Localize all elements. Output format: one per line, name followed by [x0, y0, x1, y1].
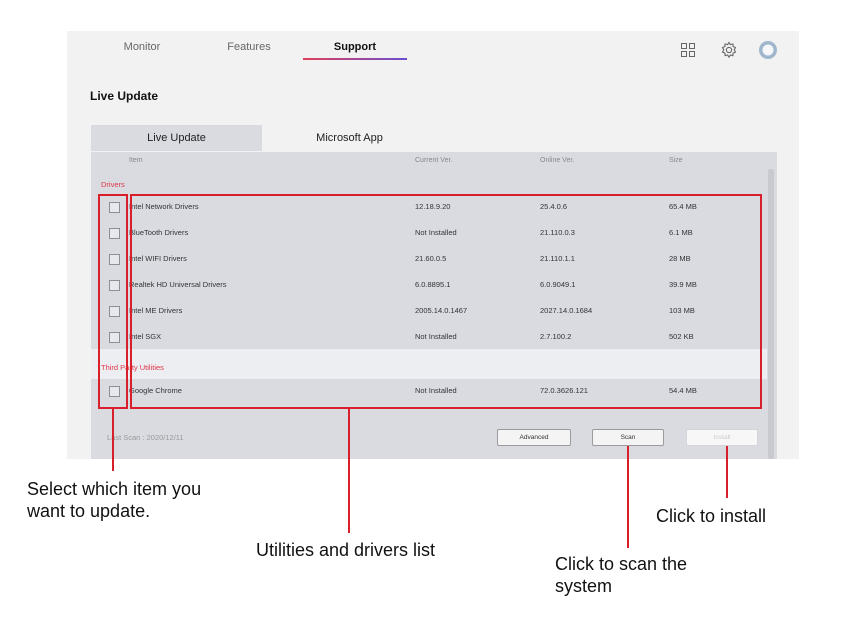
callout-select-line1: Select which item you: [27, 479, 202, 499]
callout-install: Click to install: [656, 506, 767, 526]
callout-scan-line1: Click to scan the: [555, 554, 688, 574]
callout-scan-line2: system: [555, 576, 613, 596]
list-highlight: [130, 194, 762, 409]
list-callout-line: [348, 409, 350, 533]
scan-button[interactable]: Scan: [592, 429, 664, 446]
subtab-live-update[interactable]: Live Update: [91, 125, 262, 151]
gear-icon[interactable]: [718, 39, 740, 61]
scan-callout-line: [627, 446, 629, 548]
checkbox-column-highlight: [98, 194, 128, 409]
select-callout-line: [112, 409, 114, 471]
tab-monitor[interactable]: Monitor: [107, 41, 177, 53]
callout-list: Utilities and drivers list: [256, 540, 436, 560]
callout-select-line2: want to update.: [27, 501, 151, 521]
page-title: Live Update: [90, 89, 159, 103]
grid-icon[interactable]: [677, 39, 699, 61]
last-scan-text: Last Scan : 2020/12/11: [107, 433, 184, 442]
header-current-ver: Current Ver.: [415, 157, 453, 164]
install-button[interactable]: Install: [686, 429, 758, 446]
avatar[interactable]: [757, 39, 779, 61]
tab-support[interactable]: Support: [320, 41, 390, 53]
advanced-button[interactable]: Advanced: [497, 429, 571, 446]
header-item: Item: [129, 157, 143, 164]
subtab-microsoft-app[interactable]: Microsoft App: [262, 125, 437, 151]
header-size: Size: [669, 157, 683, 164]
tab-features[interactable]: Features: [214, 41, 284, 53]
scrollbar[interactable]: [768, 169, 774, 459]
top-nav: Monitor Features Support: [67, 31, 799, 71]
install-callout-line: [726, 446, 728, 498]
active-tab-underline: [303, 58, 407, 60]
section-label-drivers: Drivers: [101, 180, 125, 189]
header-online-ver: Online Ver.: [540, 157, 575, 164]
